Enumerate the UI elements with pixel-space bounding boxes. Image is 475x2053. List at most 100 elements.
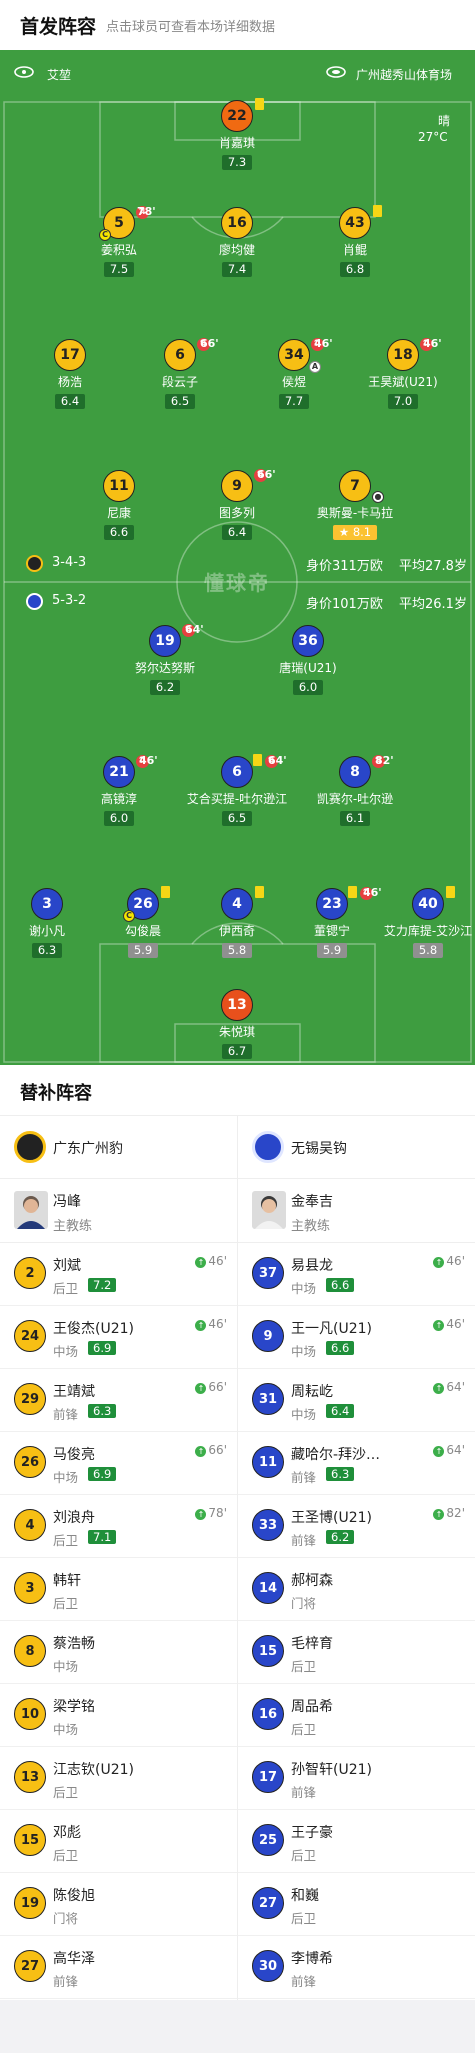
assist-icon: A <box>309 361 321 373</box>
away-player[interactable]: 2146' 高镜淳 6.0 <box>59 754 179 826</box>
player-number: 16 <box>221 207 253 239</box>
player-number: 26 <box>14 1446 46 1478</box>
player-number: 2146' <box>103 754 158 788</box>
coach-role: 主教练 <box>291 1219 331 1234</box>
player-name: 尼康 <box>106 506 131 520</box>
away-player[interactable]: 36 唐瑞(U21) 6.0 <box>248 625 368 695</box>
player-position: 后卫 <box>291 1911 317 1926</box>
sub-player-row[interactable]: 29 王靖斌 前锋 6.3 ↑ 66' <box>0 1369 237 1432</box>
home-player[interactable]: 34A46' 侯煜 7.7 <box>234 337 354 409</box>
player-name: 艾合买提-吐尔逊江 <box>186 792 288 806</box>
player-name: 陈俊旭 <box>53 1888 95 1904</box>
away-formation: 5-3-2 <box>52 593 87 608</box>
sub-player-row[interactable]: 31 周耘屹 中场 6.4 ↑ 64' <box>238 1369 475 1432</box>
sub-player-row[interactable]: 33 王圣博(U21) 前锋 6.2 ↑ 82' <box>238 1495 475 1558</box>
home-player[interactable]: 16 廖均健 7.4 <box>177 207 297 277</box>
home-player[interactable]: 11 尼康 6.6 <box>59 470 179 540</box>
home-player-gk[interactable]: 22 肖嘉琪 7.3 <box>177 98 297 170</box>
sub-player-row[interactable]: 24 王俊杰(U21) 中场 6.9 ↑ 46' <box>0 1306 237 1369</box>
sub-player-row[interactable]: 15 毛梓育 后卫 <box>238 1621 475 1684</box>
home-player[interactable]: 43 肖鲲 6.8 <box>295 205 415 277</box>
sub-in-minute: 64' <box>446 1443 465 1457</box>
home-player[interactable]: 666' 段云子 6.5 <box>120 337 240 409</box>
sub-in-minute: 78' <box>208 1506 227 1520</box>
home-player[interactable]: 5C78' 姜积弘 7.5 <box>59 205 179 277</box>
player-position: 前锋 <box>291 1974 317 1989</box>
player-name: 孙智轩(U21) <box>291 1762 372 1778</box>
player-position: 后卫 <box>53 1281 79 1296</box>
away-team-header[interactable]: 无锡吴钩 <box>238 1115 475 1179</box>
home-player[interactable]: 17 杨浩 6.4 <box>10 339 130 409</box>
sub-player-row[interactable]: 8 蔡浩畅 中场 <box>0 1621 237 1684</box>
away-team-logo-icon <box>252 1131 284 1163</box>
away-player[interactable]: 1964' 努尔达努斯 6.2 <box>105 623 225 695</box>
sub-in-minute: 46' <box>208 1317 227 1331</box>
away-player-gk[interactable]: 13 朱悦琪 6.7 <box>177 989 297 1059</box>
player-number: 1964' <box>149 623 204 657</box>
player-name: 梁学铭 <box>53 1699 95 1715</box>
away-player[interactable]: 40 艾力库提-艾沙江 5.8 <box>368 886 475 958</box>
player-number: 2 <box>14 1257 46 1289</box>
player-name: 韩轩 <box>53 1573 81 1589</box>
player-position: 门将 <box>53 1911 79 1926</box>
player-number: 34A46' <box>278 337 333 373</box>
away-player[interactable]: 664' 艾合买提-吐尔逊江 6.5 <box>177 754 297 826</box>
temperature: 27°C <box>418 130 448 144</box>
sub-player-row[interactable]: 13 江志钦(U21) 后卫 <box>0 1747 237 1810</box>
captain-icon: C <box>123 910 135 922</box>
sub-player-row[interactable]: 26 马俊亮 中场 6.9 ↑ 66' <box>0 1432 237 1495</box>
sub-player-row[interactable]: 37 易县龙 中场 6.6 ↑ 46' <box>238 1243 475 1306</box>
player-rating: 6.4 <box>326 1404 355 1418</box>
player-number: 40 <box>412 886 455 920</box>
player-position: 后卫 <box>53 1848 79 1863</box>
player-number: 7 ● <box>339 470 384 503</box>
player-number: 3 <box>14 1572 46 1604</box>
away-subs-column: 无锡吴钩 金奉吉 主教练 37 易县龙 中场 6.6 ↑ 46' 9 王一凡(U21) 中场 6.… <box>238 1115 475 1999</box>
sub-player-row[interactable]: 27 和巍 后卫 <box>238 1873 475 1936</box>
sub-in-time: ↑ 46' <box>195 1254 227 1268</box>
player-name: 侯煜 <box>281 375 306 389</box>
sub-player-row[interactable]: 3 韩轩 后卫 <box>0 1558 237 1621</box>
sub-player-row[interactable]: 4 刘浪舟 后卫 7.1 ↑ 78' <box>0 1495 237 1558</box>
sub-player-row[interactable]: 11 藏哈尔-拜沙… 前锋 6.3 ↑ 64' <box>238 1432 475 1495</box>
sub-player-row[interactable]: 2 刘斌 后卫 7.2 ↑ 46' <box>0 1243 237 1306</box>
player-position: 中场 <box>291 1407 317 1422</box>
away-team-summary: 5-3-2 身价101万欧 平均26.1岁 <box>0 592 475 612</box>
sub-player-row[interactable]: 10 梁学铭 中场 <box>0 1684 237 1747</box>
player-rating: 7.3 <box>221 155 253 170</box>
home-team-header[interactable]: 广东广州豹 <box>0 1115 237 1179</box>
away-player[interactable]: 882' 凯赛尔-吐尔逊 6.1 <box>295 754 415 826</box>
player-number: 664' <box>221 754 287 788</box>
player-position: 中场 <box>291 1281 317 1296</box>
sub-player-row[interactable]: 16 周品希 后卫 <box>238 1684 475 1747</box>
player-number: 17 <box>54 339 86 371</box>
home-player[interactable]: 966' 图多列 6.4 <box>177 468 297 540</box>
player-rating: 7.4 <box>221 262 253 277</box>
home-coach[interactable]: 冯峰 主教练 <box>0 1179 237 1243</box>
sub-player-row[interactable]: 14 郝柯森 门将 <box>238 1558 475 1621</box>
player-name: 肖鲲 <box>342 243 367 257</box>
sub-in-minute: 82' <box>446 1506 465 1520</box>
sub-player-row[interactable]: 17 孙智轩(U21) 前锋 <box>238 1747 475 1810</box>
player-number: 3 <box>31 888 63 920</box>
sub-player-row[interactable]: 25 王子豪 后卫 <box>238 1810 475 1873</box>
player-number: 11 <box>103 470 135 502</box>
sub-player-row[interactable]: 30 李博希 前锋 <box>238 1936 475 1999</box>
sub-player-row[interactable]: 9 王一凡(U21) 中场 6.6 ↑ 46' <box>238 1306 475 1369</box>
player-number: 4 <box>14 1509 46 1541</box>
player-name: 刘浪舟 <box>53 1510 95 1526</box>
player-name: 毛梓育 <box>291 1636 333 1652</box>
sub-player-row[interactable]: 15 邓彪 后卫 <box>0 1810 237 1873</box>
away-coach[interactable]: 金奉吉 主教练 <box>238 1179 475 1243</box>
weather: 晴 <box>438 114 451 128</box>
player-name: 肖嘉琪 <box>218 136 255 150</box>
home-player[interactable]: 7 ● 奥斯曼-卡马拉 ★ 8.1 <box>295 470 415 540</box>
player-name: 郝柯森 <box>291 1573 333 1589</box>
player-number: 22 <box>221 98 264 132</box>
substitutes-section: 替补阵容 广东广州豹 冯峰 主教练 2 刘斌 后卫 7.2 ↑ 46' 24 王俊杰(U21)… <box>0 1065 475 2000</box>
player-rating: 6.9 <box>88 1467 117 1481</box>
home-player[interactable]: 1846' 王昊斌(U21) 7.0 <box>343 337 463 409</box>
sub-player-row[interactable]: 27 高华泽 前锋 <box>0 1936 237 1999</box>
player-number: 966' <box>221 468 276 502</box>
sub-player-row[interactable]: 19 陈俊旭 门将 <box>0 1873 237 1936</box>
